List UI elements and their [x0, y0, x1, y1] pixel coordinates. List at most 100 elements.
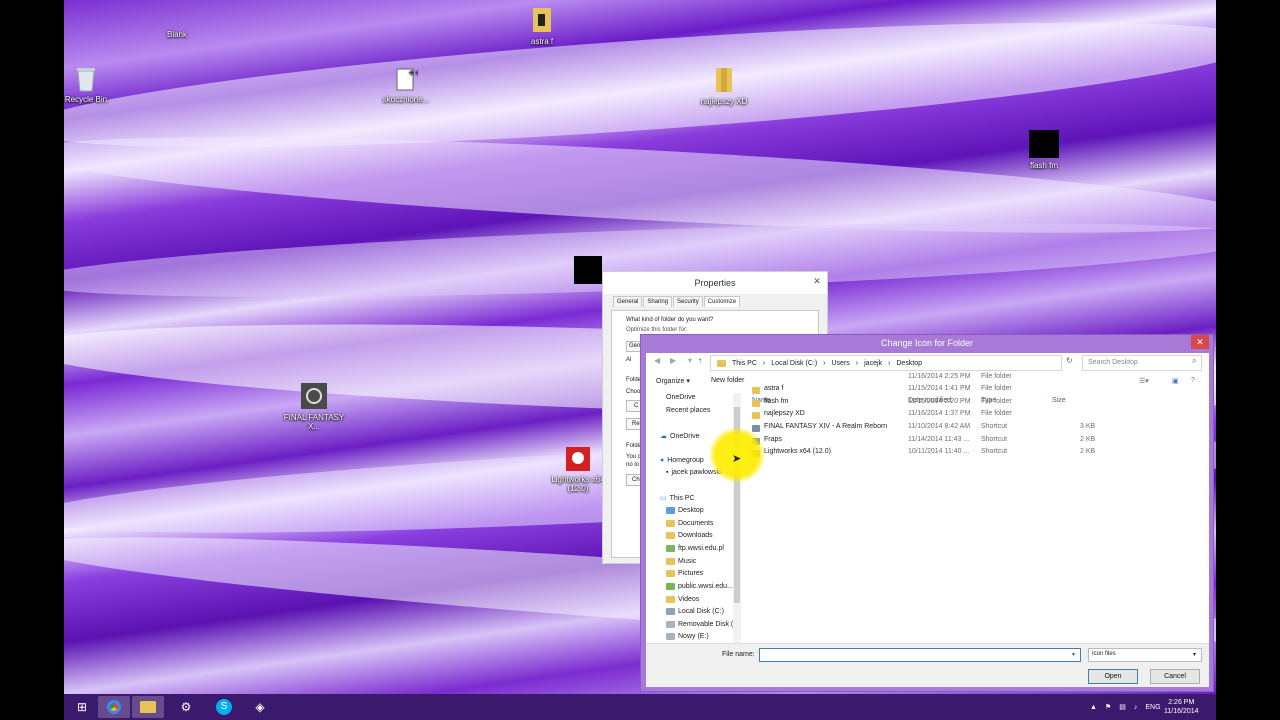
file-row[interactable]: astra f 11/15/2014 1:41 PM File folder [750, 385, 1200, 397]
search-input[interactable]: Search Desktop [1082, 355, 1202, 371]
file-row[interactable]: 11/16/2014 2:25 PM File folder [750, 373, 1200, 385]
dialog-body: ◀ ▶ ▾ ↑ This PC › Local Disk (C:) › User… [646, 353, 1209, 687]
file-row[interactable]: FINAL FANTASY XIV - A Realm Reborn 11/10/… [750, 423, 1200, 435]
new-folder-button[interactable]: New folder [711, 377, 744, 384]
refresh-icon[interactable]: ↻ [1066, 356, 1073, 365]
volume-icon[interactable]: ♪ [1134, 704, 1138, 711]
computer-icon: ▭ [660, 495, 667, 502]
file-type: File folder [981, 398, 1012, 405]
clock[interactable]: 2:26 PM 11/16/2014 [1164, 694, 1199, 720]
nav-homegroup[interactable]: ● Homegroup [660, 457, 704, 464]
nav-onedrive-fav[interactable]: OneDrive [666, 394, 696, 401]
file-date: 11/16/2014 1:37 PM [908, 410, 971, 417]
app-icon[interactable]: ◈ [244, 696, 276, 718]
file-row[interactable]: Lightworks x64 (12.0) 10/11/2014 11:40 ..… [750, 448, 1200, 460]
nav-this-pc[interactable]: ▭ This PC [660, 494, 695, 503]
nav-public[interactable]: public.wwsi.edu... [666, 583, 733, 590]
breadcrumb-users[interactable]: Users [832, 360, 850, 367]
desktop-icon-final-fantasy[interactable]: FINAL FANTASY X... [278, 382, 350, 431]
tab-general[interactable]: General [613, 296, 643, 307]
language-indicator[interactable]: ENG [1145, 704, 1160, 711]
black-square-icon [1029, 130, 1059, 158]
desktop-icon-lightworks[interactable]: Lightworks x64 (12.0) [550, 446, 606, 493]
up-arrow-icon[interactable]: ↑ [698, 356, 702, 365]
chevron-up-icon[interactable]: ▲ [1090, 704, 1097, 711]
tab-sharing[interactable]: Sharing [643, 296, 673, 307]
breadcrumb-separator: › [888, 359, 891, 367]
cancel-button[interactable]: Cancel [1150, 669, 1200, 684]
file-row[interactable]: flash fm 11/16/2014 2:20 PM File folder [750, 398, 1200, 410]
nav-onedrive[interactable]: ☁ OneDrive [660, 432, 700, 441]
nav-local-disk[interactable]: Local Disk (C:) [666, 608, 724, 615]
steam-icon[interactable]: ⚙ [170, 696, 202, 718]
file-name: Lightworks x64 (12.0) [764, 448, 831, 455]
file-name: najlepszy XD [764, 410, 805, 417]
tab-customize[interactable]: Customize [703, 296, 741, 307]
nav-removable-disk[interactable]: Removable Disk ( [666, 621, 733, 628]
folder-icons-desc: You c [626, 454, 641, 460]
nav-documents[interactable]: Documents [666, 520, 713, 527]
desktop-icon-astra-f[interactable]: astra f [506, 6, 578, 46]
nav-desktop[interactable]: Desktop [666, 507, 704, 514]
nav-pictures[interactable]: Pictures [666, 570, 703, 577]
start-icon[interactable]: ⊞ [66, 696, 98, 718]
folder-icons-label: Folde [626, 443, 642, 449]
breadcrumb-desktop[interactable]: Desktop [896, 360, 922, 367]
open-button[interactable]: Open [1088, 669, 1138, 684]
file-type: Shortcut [981, 448, 1008, 455]
file-type: File folder [981, 385, 1012, 392]
folder-type-question: What kind of folder do you want? [626, 317, 714, 323]
all-subfolders-checkbox[interactable]: Al [626, 357, 631, 363]
dialog-close-icon[interactable]: ✕ [1191, 335, 1209, 349]
system-tray: ▲ ⚑ ▤ ♪ ENG [1090, 694, 1161, 720]
game-icon [301, 383, 327, 409]
file-explorer-icon[interactable] [132, 696, 164, 718]
nav-recent-places[interactable]: Recent places [666, 407, 710, 414]
folder-icon [752, 387, 760, 394]
file-date: 10/11/2014 11:40 ... [908, 448, 970, 455]
nav-videos[interactable]: Videos [666, 596, 699, 603]
file-row[interactable]: najlepszy XD 11/16/2014 1:37 PM File folde… [750, 410, 1200, 422]
desktop-icon-najlepszy-xd[interactable]: najlepszy XD [688, 66, 760, 106]
chrome-icon[interactable] [98, 696, 130, 718]
desktop-icon-skocznione[interactable]: ++ skocznione... [370, 66, 442, 104]
document-icon: ++ [396, 68, 418, 91]
breadcrumb-user[interactable]: jacejk [864, 360, 882, 367]
forward-arrow-icon[interactable]: ▶ [670, 356, 676, 365]
recent-locations-icon[interactable]: ▾ [688, 356, 692, 365]
homegroup-icon: ● [660, 457, 665, 464]
desktop-icon-blank[interactable]: Blank [141, 30, 213, 39]
user-avatar-icon: ▪ [666, 469, 669, 476]
documents-folder-icon [666, 520, 675, 527]
file-row[interactable]: Fraps 11/14/2014 11:43 ... Shortcut 2 KB [750, 436, 1200, 448]
properties-close-icon[interactable]: ✕ [810, 275, 824, 287]
recycle-bin-icon [77, 68, 95, 92]
file-size: 3 KB [1080, 423, 1096, 430]
skype-icon[interactable]: S [208, 696, 240, 718]
change-icon-dialog[interactable]: Change Icon for Folder ✕ ◀ ▶ ▾ ↑ This PC… [640, 334, 1214, 692]
desktop-icon-recycle-bin[interactable]: Recycle Bin [50, 66, 122, 104]
file-type-select[interactable]: Icon files ▾ [1088, 648, 1202, 662]
nav-music[interactable]: Music [666, 558, 696, 565]
address-bar[interactable]: This PC › Local Disk (C:) › Users › jace… [710, 355, 1062, 371]
file-type: File folder [981, 410, 1012, 417]
file-size: 2 KB [1080, 436, 1096, 443]
back-arrow-icon[interactable]: ◀ [654, 356, 660, 365]
organize-button[interactable]: Organize ▾ [656, 377, 690, 385]
folder-pictures-label: Folde [626, 377, 642, 383]
optimize-label: Optimize this folder for: [626, 327, 688, 333]
file-name-input[interactable] [759, 648, 1081, 662]
tab-security[interactable]: Security [673, 296, 703, 307]
desktop-icon-flash-fm[interactable]: flash fm [1008, 130, 1080, 170]
folder-icons-desc-2: no lo [626, 462, 640, 468]
flag-icon[interactable]: ⚑ [1105, 703, 1111, 711]
breadcrumb-local-disk[interactable]: Local Disk (C:) [771, 360, 817, 367]
network-icon[interactable]: ▤ [1119, 703, 1126, 711]
nav-downloads[interactable]: Downloads [666, 532, 713, 539]
nav-ftp[interactable]: ftp.wwsi.edu.pl [666, 545, 724, 552]
file-name: astra f [764, 385, 784, 392]
breadcrumb-this-pc[interactable]: This PC [732, 360, 757, 367]
nav-nowy[interactable]: Nowy (E:) [666, 633, 709, 640]
breadcrumb-separator: › [823, 359, 826, 367]
properties-title: Properties [603, 272, 827, 294]
